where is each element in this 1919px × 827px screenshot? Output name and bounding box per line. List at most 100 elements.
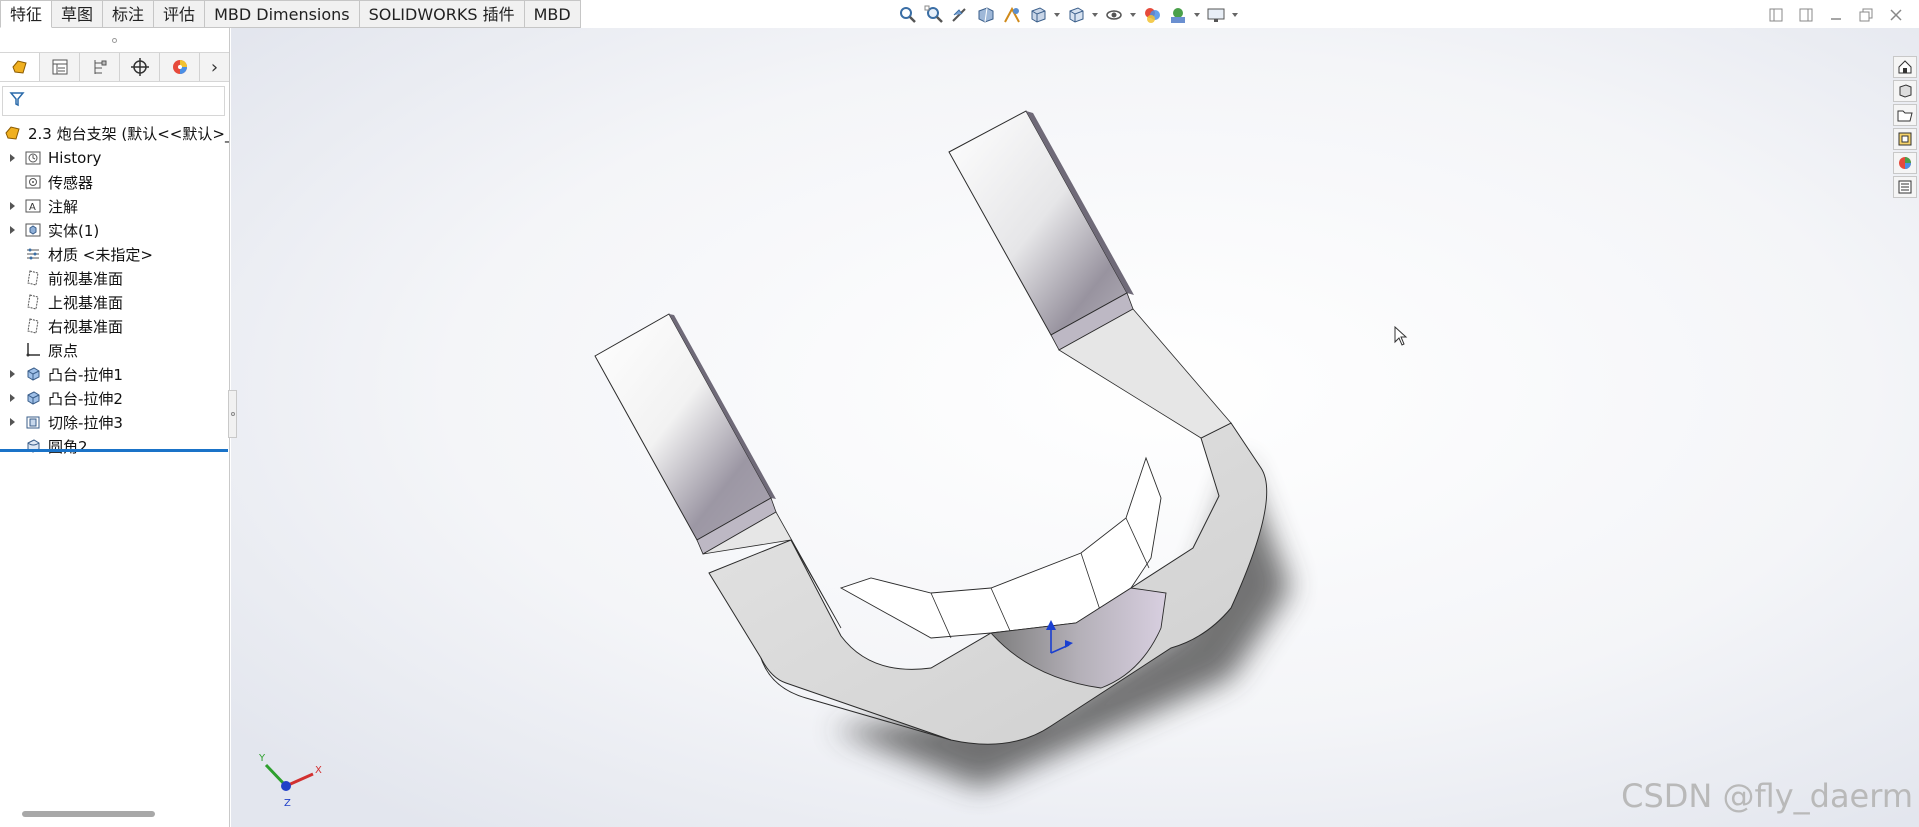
configuration-manager-icon[interactable] bbox=[80, 53, 120, 81]
heads-up-view-toolbar bbox=[896, 3, 1240, 27]
restore-icon[interactable] bbox=[1855, 4, 1877, 26]
horizontal-scrollbar[interactable] bbox=[22, 811, 155, 817]
graphics-area[interactable]: Y X Z bbox=[231, 28, 1919, 827]
minimize-icon[interactable] bbox=[1825, 4, 1847, 26]
tree-item-label: 凸台-拉伸2 bbox=[48, 389, 123, 408]
solidworks-resources-icon[interactable] bbox=[1893, 56, 1917, 78]
plane-icon bbox=[24, 317, 42, 335]
tree-item-label: 传感器 bbox=[48, 173, 94, 192]
annotations-icon: A bbox=[24, 197, 42, 215]
tab-solidworks-addins[interactable]: SOLIDWORKS 插件 bbox=[359, 0, 525, 28]
file-explorer-icon[interactable] bbox=[1893, 104, 1917, 126]
property-manager-icon[interactable] bbox=[40, 53, 80, 81]
section-view-icon[interactable] bbox=[974, 3, 998, 27]
tree-item-label: 切除-拉伸3 bbox=[48, 413, 123, 432]
watermark-text: CSDN @fly_daerm bbox=[1621, 777, 1913, 815]
tab-features[interactable]: 特征 bbox=[0, 0, 53, 28]
tree-item-label: 注解 bbox=[48, 197, 79, 216]
display-manager-icon[interactable] bbox=[160, 53, 200, 81]
triad-x-label: X bbox=[315, 765, 322, 776]
custom-properties-icon[interactable] bbox=[1893, 176, 1917, 198]
feature-tree: 2.3 炮台支架 (默认<<默认>_ History 传感器 A 注解 实体(1 bbox=[0, 116, 229, 458]
tree-item-boss-extrude1[interactable]: 凸台-拉伸1 bbox=[0, 362, 229, 386]
appearances-icon[interactable] bbox=[1893, 152, 1917, 174]
expand-arrow-icon[interactable] bbox=[0, 154, 24, 162]
extrude-boss-icon bbox=[24, 365, 42, 383]
view-palette-icon[interactable] bbox=[1893, 128, 1917, 150]
svg-text:A: A bbox=[29, 202, 36, 213]
chevron-down-icon[interactable] bbox=[1090, 3, 1100, 27]
panel-right-icon[interactable] bbox=[1795, 4, 1817, 26]
triad-y-label: Y bbox=[258, 753, 266, 764]
zoom-to-fit-icon[interactable] bbox=[896, 3, 920, 27]
chevron-down-icon[interactable] bbox=[1052, 3, 1062, 27]
zoom-to-area-icon[interactable] bbox=[922, 3, 946, 27]
document-window-controls bbox=[1765, 4, 1907, 26]
tree-item-top-plane[interactable]: 上视基准面 bbox=[0, 290, 229, 314]
tree-item-solid-bodies[interactable]: 实体(1) bbox=[0, 218, 229, 242]
display-style-icon[interactable] bbox=[1064, 3, 1088, 27]
expand-arrow-icon[interactable] bbox=[0, 370, 24, 378]
chevron-down-icon[interactable] bbox=[1230, 3, 1240, 27]
origin-icon bbox=[24, 341, 42, 359]
expand-arrow-icon[interactable] bbox=[0, 394, 24, 402]
tab-evaluate[interactable]: 评估 bbox=[154, 0, 206, 28]
tree-item-label: 原点 bbox=[48, 341, 79, 360]
tree-item-fillet2[interactable]: 圆角2 bbox=[0, 434, 229, 458]
part-icon bbox=[4, 124, 22, 142]
apply-scene-icon[interactable] bbox=[1166, 3, 1190, 27]
mouse-cursor-icon bbox=[1394, 325, 1408, 350]
tab-sketch[interactable]: 草图 bbox=[52, 0, 104, 28]
tree-item-sensors[interactable]: 传感器 bbox=[0, 170, 229, 194]
tree-root-part[interactable]: 2.3 炮台支架 (默认<<默认>_ bbox=[0, 120, 229, 146]
expand-arrow-icon[interactable] bbox=[0, 202, 24, 210]
tree-item-label: History bbox=[48, 149, 102, 167]
dimxpert-manager-icon[interactable] bbox=[120, 53, 160, 81]
manager-tabs: › bbox=[0, 52, 229, 82]
sensors-icon bbox=[24, 173, 42, 191]
tree-item-label: 材质 <未指定> bbox=[48, 245, 153, 264]
plane-icon bbox=[24, 293, 42, 311]
expand-arrow-icon[interactable] bbox=[0, 226, 24, 234]
tree-item-boss-extrude2[interactable]: 凸台-拉伸2 bbox=[0, 386, 229, 410]
view-orientation-icon[interactable] bbox=[1026, 3, 1050, 27]
part-model-view: Y X Z bbox=[231, 28, 1919, 827]
solidworks-window: 特征 草图 标注 评估 MBD Dimensions SOLIDWORKS 插件… bbox=[0, 0, 1919, 827]
tab-markup[interactable]: 标注 bbox=[103, 0, 155, 28]
tree-item-origin[interactable]: 原点 bbox=[0, 338, 229, 362]
feature-manager-icon[interactable] bbox=[0, 53, 40, 81]
feature-filter[interactable] bbox=[2, 86, 225, 116]
tree-item-label: 实体(1) bbox=[48, 221, 100, 240]
tab-mbd[interactable]: MBD bbox=[524, 0, 581, 28]
expand-arrow-icon[interactable] bbox=[0, 418, 24, 426]
tree-item-annotations[interactable]: A 注解 bbox=[0, 194, 229, 218]
task-pane-strip bbox=[1893, 56, 1919, 198]
hide-show-items-icon[interactable] bbox=[1102, 3, 1126, 27]
extrude-cut-icon bbox=[24, 413, 42, 431]
panel-grip[interactable] bbox=[0, 28, 229, 52]
tree-item-front-plane[interactable]: 前视基准面 bbox=[0, 266, 229, 290]
panel-collapse-handle[interactable] bbox=[228, 390, 237, 438]
tree-item-label: 前视基准面 bbox=[48, 269, 124, 288]
panel-left-icon[interactable] bbox=[1765, 4, 1787, 26]
chevron-down-icon[interactable] bbox=[1128, 3, 1138, 27]
tree-item-cut-extrude3[interactable]: 切除-拉伸3 bbox=[0, 410, 229, 434]
close-icon[interactable] bbox=[1885, 4, 1907, 26]
chevron-down-icon[interactable] bbox=[1192, 3, 1202, 27]
plane-icon bbox=[24, 269, 42, 287]
view-settings-icon[interactable] bbox=[1204, 3, 1228, 27]
previous-view-icon[interactable] bbox=[948, 3, 972, 27]
tab-mbd-dimensions[interactable]: MBD Dimensions bbox=[205, 0, 360, 28]
tree-item-history[interactable]: History bbox=[0, 146, 229, 170]
tree-item-label: 右视基准面 bbox=[48, 317, 124, 336]
tree-item-right-plane[interactable]: 右视基准面 bbox=[0, 314, 229, 338]
design-library-icon[interactable] bbox=[1893, 80, 1917, 102]
history-icon bbox=[24, 149, 42, 167]
tree-item-material[interactable]: 材质 <未指定> bbox=[0, 242, 229, 266]
dynamic-annotation-icon[interactable] bbox=[1000, 3, 1024, 27]
rollback-bar[interactable] bbox=[0, 449, 228, 452]
chevron-right-icon[interactable]: › bbox=[200, 53, 229, 81]
tree-item-label: 上视基准面 bbox=[48, 293, 124, 312]
feature-manager-panel: › 2.3 炮台支架 (默认<<默认>_ History 传感器 A 注解 实体… bbox=[0, 28, 237, 827]
edit-appearance-icon[interactable] bbox=[1140, 3, 1164, 27]
